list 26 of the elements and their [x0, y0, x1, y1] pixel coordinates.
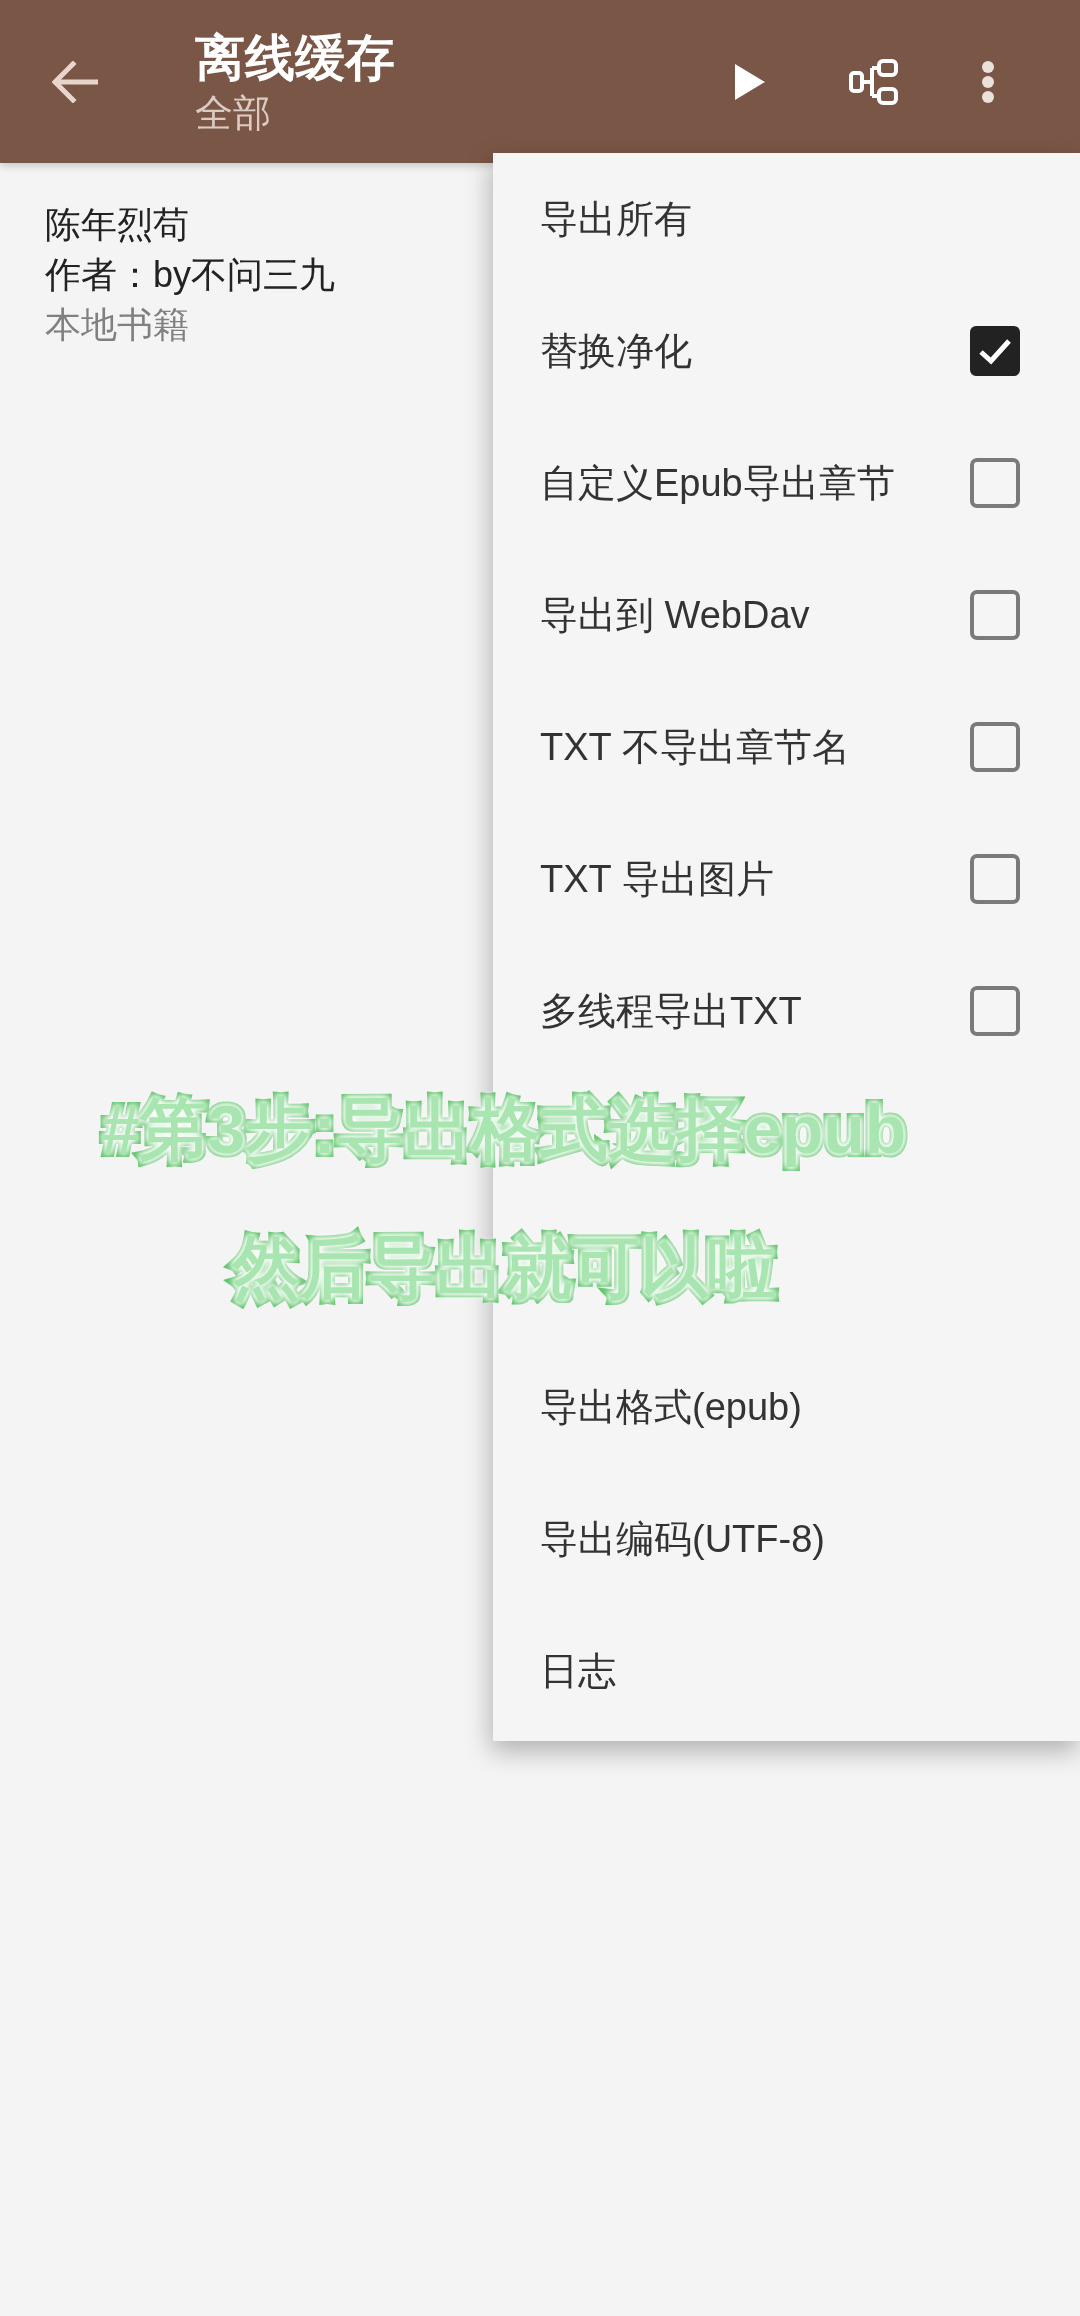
checkbox[interactable] [970, 590, 1020, 640]
app-bar-subtitle: 全部 [195, 90, 271, 136]
tree-icon [849, 58, 899, 105]
menu-item[interactable]: 日志 [493, 1605, 1080, 1737]
checkbox[interactable] [970, 854, 1020, 904]
checkbox[interactable] [970, 986, 1020, 1036]
menu-item[interactable]: 自定义Epub导出章节 [493, 417, 1080, 549]
play-icon [735, 63, 765, 100]
menu-item[interactable]: TXT 导出图片 [493, 813, 1080, 945]
checkbox[interactable] [970, 326, 1020, 376]
menu-item[interactable]: 导出编码(UTF-8) [493, 1473, 1080, 1605]
menu-item[interactable]: 导出到 WebDav [493, 549, 1080, 681]
menu-item[interactable]: 多线程导出TXT [493, 945, 1080, 1077]
checkbox[interactable] [970, 458, 1020, 508]
caption-text: #第3步:导出格式选择epub [101, 1090, 907, 1169]
menu-item[interactable]: 导出所有 [493, 153, 1080, 285]
book-source: 本地书籍 [45, 303, 189, 347]
checkbox[interactable] [970, 722, 1020, 772]
menu-item[interactable]: 导出格式(epub) [493, 1341, 1080, 1473]
book-author: 作者：by不问三九 [45, 253, 336, 297]
more-icon [981, 59, 995, 104]
app-bar-title: 离线缓存 [195, 28, 395, 88]
back-arrow-icon [52, 60, 98, 103]
menu-item[interactable]: 替换净化 [493, 285, 1080, 417]
book-title[interactable]: 陈年烈苟 [45, 200, 189, 250]
menu-item[interactable]: TXT 不导出章节名 [493, 681, 1080, 813]
